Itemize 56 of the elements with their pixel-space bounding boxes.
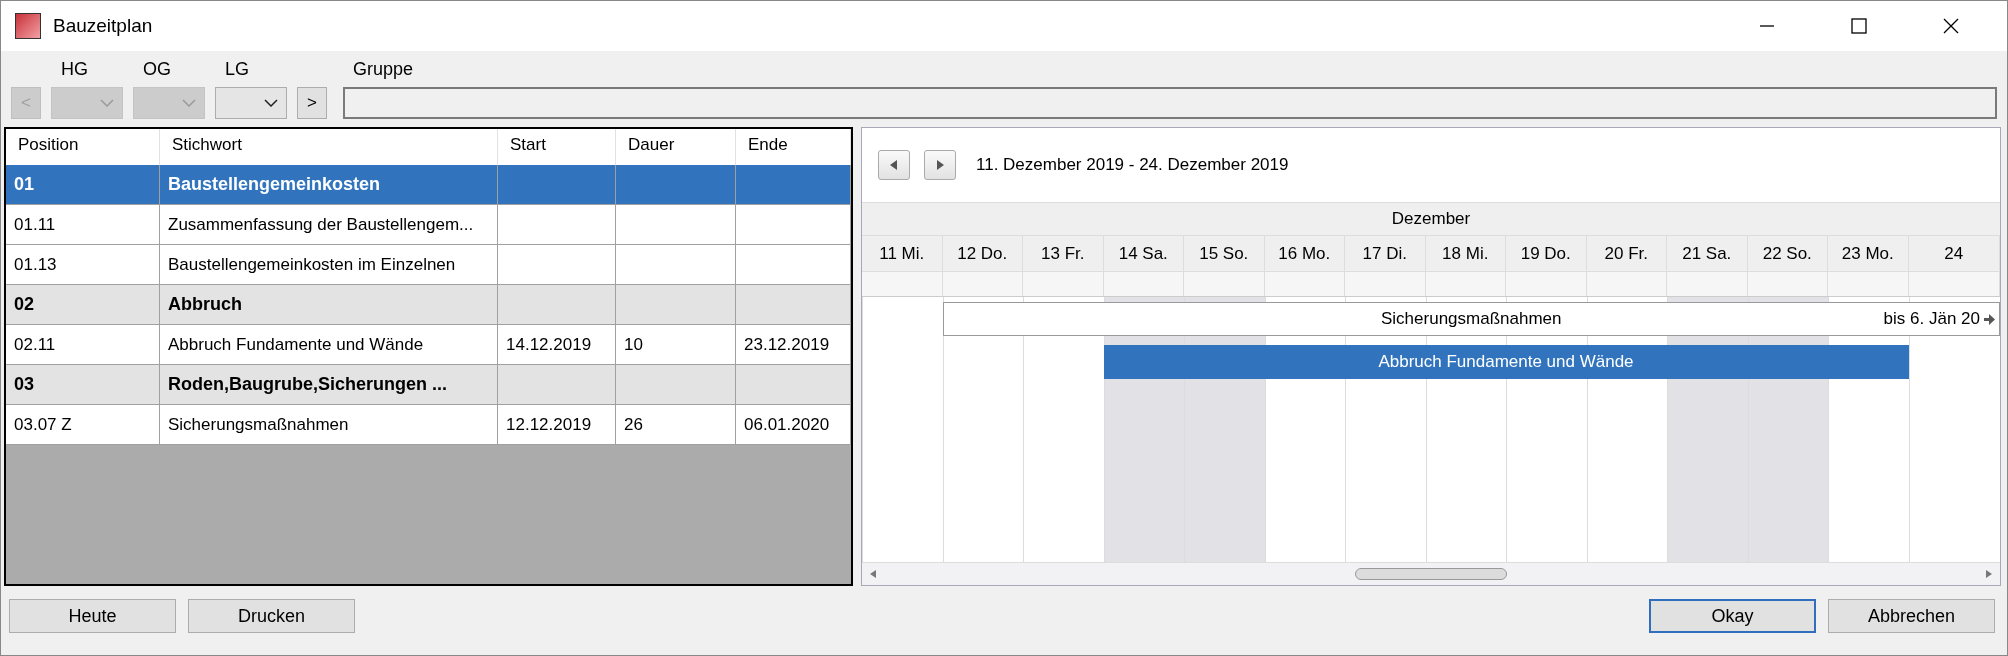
chevron-down-icon: [100, 99, 114, 107]
close-icon[interactable]: [1943, 18, 1959, 34]
scroll-left-icon[interactable]: [870, 570, 876, 578]
table-cell: Abbruch: [168, 294, 242, 315]
group-label: Gruppe: [352, 59, 415, 81]
dialog-button[interactable]: Okay: [1649, 599, 1816, 633]
filter-label: OG: [142, 59, 172, 81]
maximize-icon[interactable]: [1851, 18, 1867, 34]
table-cell: Sicherungsmaßnahmen: [168, 414, 349, 435]
table-row[interactable]: 03 Roden,Baugrube,Sicherungen ...: [6, 365, 851, 405]
chevron-down-icon: [182, 99, 196, 107]
dialog-button[interactable]: Heute: [9, 599, 176, 633]
table-row[interactable]: 01.13 Baustellengemeinkosten im Einzelnen: [6, 245, 851, 285]
table-row[interactable]: 02.11 Abbruch Fundamente und Wände 14.12.2019 10 23.12.2019: [6, 325, 851, 365]
chevron-down-icon: [264, 99, 278, 107]
table-cell: 10: [624, 334, 643, 355]
table-row[interactable]: 03.07 Z Sicherungsmaßnahmen 12.12.2019 26 06.01.2020: [6, 405, 851, 445]
table-cell: 23.12.2019: [744, 334, 830, 355]
app-icon: [15, 13, 41, 39]
triangle-left-icon: [890, 160, 898, 170]
table-cell: Baustellengemeinkosten: [168, 174, 381, 195]
horizontal-scrollbar[interactable]: [862, 562, 2000, 585]
table-row[interactable]: 01.11 Zusammenfassung der Baustellengem...: [6, 205, 851, 245]
table-cell: Roden,Baugrube,Sicherungen ...: [168, 374, 448, 395]
month-header: Dezember: [1391, 209, 1471, 229]
arrow-right-icon: [1984, 313, 1995, 325]
filter-label: HG: [60, 59, 89, 81]
table-cell: 14.12.2019: [506, 334, 592, 355]
scroll-right-icon[interactable]: [1986, 570, 1992, 578]
triangle-right-icon: [936, 160, 944, 170]
window-title: Bauzeitplan: [53, 15, 153, 37]
table-cell: 01: [14, 174, 35, 195]
table-cell: 12.12.2019: [506, 414, 592, 435]
task-bar[interactable]: Sicherungsmaßnahmen bis 6. Jän 20: [942, 302, 2000, 336]
table-cell: 03: [14, 374, 35, 395]
table-cell: 01.13: [14, 254, 57, 275]
next-button[interactable]: >: [297, 87, 327, 119]
table-cell: 03.07 Z: [14, 414, 72, 435]
table-cell: Zusammenfassung der Baustellengem...: [168, 214, 474, 235]
dialog-button[interactable]: Abbrechen: [1828, 599, 1995, 633]
task-bar[interactable]: Abbruch Fundamente und Wände: [1103, 345, 1909, 379]
table-cell: 06.01.2020: [744, 414, 830, 435]
next-range-button[interactable]: [924, 150, 956, 180]
dialog-button[interactable]: Drucken: [188, 599, 355, 633]
table-cell: Abbruch Fundamente und Wände: [168, 334, 424, 355]
table-row[interactable]: 02 Abbruch: [6, 285, 851, 325]
table-cell: 26: [624, 414, 643, 435]
group-field[interactable]: [343, 87, 1997, 119]
table-row[interactable]: 01 Baustellengemeinkosten: [6, 165, 851, 205]
previous-range-button[interactable]: [878, 150, 910, 180]
table-cell: 01.11: [14, 214, 56, 235]
date-range: 11. Dezember 2019 - 24. Dezember 2019: [976, 155, 1289, 175]
table-cell: 02: [14, 294, 35, 315]
table-cell: Baustellengemeinkosten im Einzelnen: [168, 254, 456, 275]
filter-label: LG: [224, 59, 250, 81]
table-cell: 02.11: [14, 334, 56, 355]
